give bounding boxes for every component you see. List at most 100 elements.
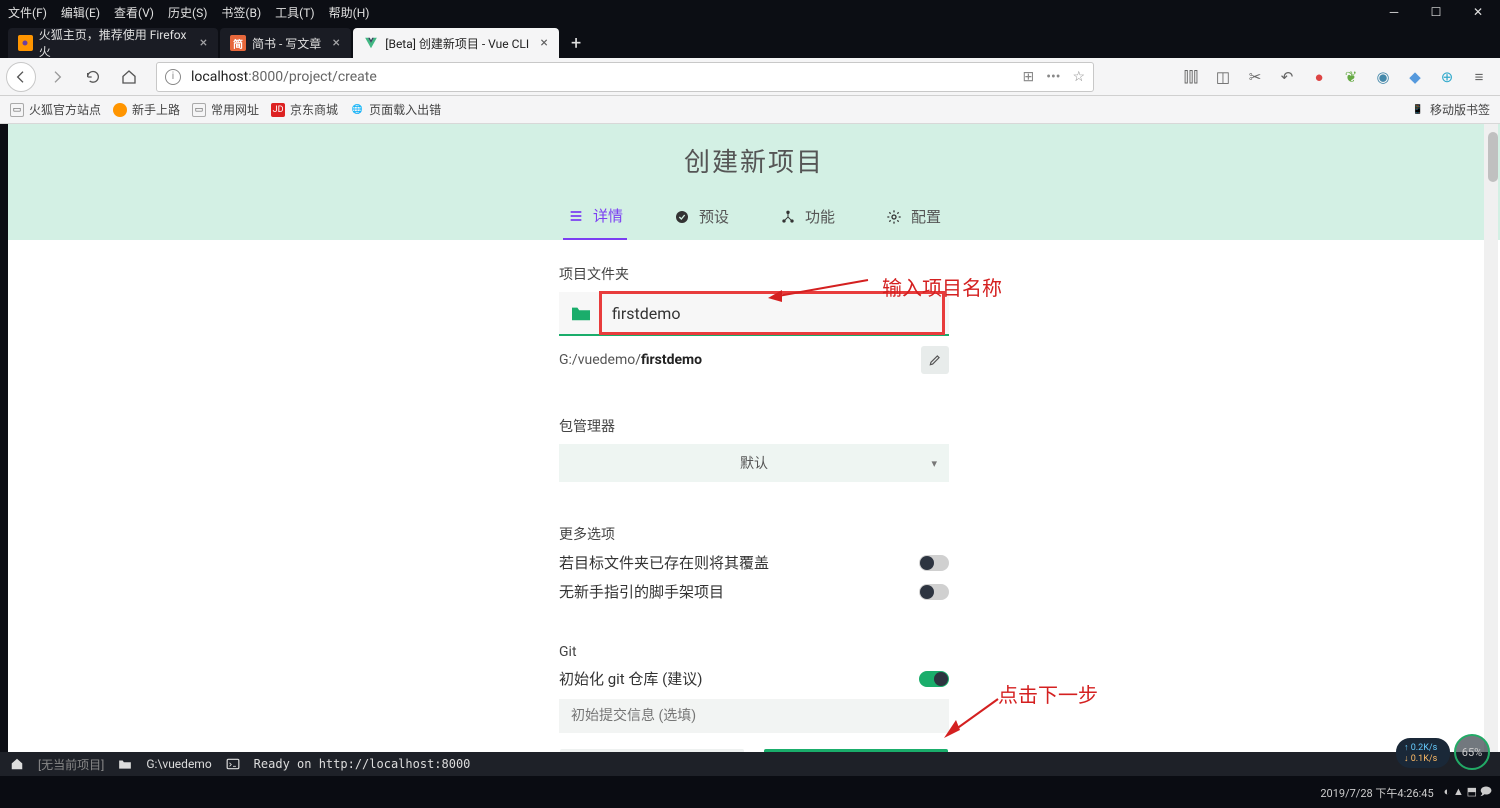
tab-label: [Beta] 创建新项目 - Vue CLI xyxy=(385,35,529,52)
more-options-label: 更多选项 xyxy=(559,524,949,544)
window-controls: ─ ☐ ✕ xyxy=(1380,3,1492,21)
browser-tab-jianshu[interactable]: 简 简书 - 写文章 × xyxy=(220,28,351,58)
jianshu-icon: 简 xyxy=(230,35,246,51)
folder-icon[interactable] xyxy=(118,758,132,770)
menu-help[interactable]: 帮助(H) xyxy=(329,4,370,21)
toolbar-extensions: ⫿⫿⫿ ◫ ✂ ↶ ● ❦ ◉ ◆ ⊕ ≡ xyxy=(1180,68,1494,86)
jd-icon: JD xyxy=(271,103,285,117)
more-icon[interactable]: ••• xyxy=(1046,69,1060,85)
toggle-git[interactable] xyxy=(919,671,949,687)
info-icon[interactable]: i xyxy=(165,69,181,85)
cpu-monitor[interactable]: 65% xyxy=(1454,734,1490,770)
wizard-tabs: 详情 预设 功能 配置 xyxy=(8,195,1500,240)
edit-path-button[interactable] xyxy=(921,346,949,374)
folder-icon: ▭ xyxy=(192,103,206,117)
tab-presets[interactable]: 预设 xyxy=(669,195,733,240)
annotation-next: 点击下一步 xyxy=(998,679,1098,708)
network-icon xyxy=(779,208,797,226)
menu-edit[interactable]: 编辑(E) xyxy=(61,4,100,21)
bookmark-jd[interactable]: JD 京东商城 xyxy=(271,101,338,118)
firefox-icon xyxy=(113,103,127,117)
star-icon[interactable]: ☆ xyxy=(1072,69,1085,85)
windows-taskbar[interactable] xyxy=(0,776,1500,808)
url-domain: localhost xyxy=(191,69,248,85)
circle-icon[interactable]: ● xyxy=(1308,68,1330,86)
network-monitor[interactable]: ↑ 0.2K/s ↓ 0.1K/s xyxy=(1396,738,1450,768)
hamburger-icon[interactable]: ≡ xyxy=(1468,68,1490,86)
tab-label: 简书 - 写文章 xyxy=(252,35,321,52)
new-tab-button[interactable]: + xyxy=(561,28,591,58)
clock-icon[interactable]: ⊕ xyxy=(1436,68,1458,86)
tray-datetime: 2019/7/28 下午4:26:45 xyxy=(1320,785,1433,801)
status-folder[interactable]: G:\vuedemo xyxy=(146,757,211,771)
browser-tab-vue-cli[interactable]: [Beta] 创建新项目 - Vue CLI × xyxy=(353,28,559,58)
folder-icon: ▭ xyxy=(10,103,24,117)
toggle-overwrite[interactable] xyxy=(919,555,949,571)
bookmark-bar: ▭ 火狐官方站点 新手上路 ▭ 常用网址 JD 京东商城 🌐 页面载入出错 📱 … xyxy=(0,96,1500,124)
library-icon[interactable]: ⫿⫿⫿ xyxy=(1180,68,1202,86)
minimize-button[interactable]: ─ xyxy=(1380,3,1408,21)
reload-button[interactable] xyxy=(78,62,108,92)
bookmark-mobile[interactable]: 📱 移动版书签 xyxy=(1411,101,1490,118)
option-bare: 无新手指引的脚手架项目 xyxy=(559,581,949,602)
pkg-manager-select[interactable]: 默认 ▾ xyxy=(559,444,949,482)
status-ready: Ready on http://localhost:8000 xyxy=(254,757,471,771)
vue-icon xyxy=(363,35,379,51)
form-area: 项目文件夹 G:/vuedemo/firstdemo 包管理器 默认 ▾ 更多选… xyxy=(559,264,949,776)
page-header: 创建新项目 详情 预设 功能 配置 xyxy=(8,124,1500,240)
bookmark-common[interactable]: ▭ 常用网址 xyxy=(192,101,259,118)
chevron-down-icon: ▾ xyxy=(931,457,937,470)
tab-details[interactable]: 详情 xyxy=(563,195,627,240)
close-icon[interactable]: × xyxy=(329,36,343,50)
ext-icon[interactable]: ◆ xyxy=(1404,68,1426,86)
url-bar[interactable]: i localhost:8000/project/create ⊞ ••• ☆ xyxy=(156,62,1094,92)
system-tray: 2019/7/28 下午4:26:45 ◐ ▲ ⬒ 🗩 xyxy=(1320,783,1492,802)
bookmark-firefox[interactable]: ▭ 火狐官方站点 xyxy=(10,101,101,118)
toggle-bare[interactable] xyxy=(919,584,949,600)
back-button[interactable] xyxy=(6,62,36,92)
undo-icon[interactable]: ↶ xyxy=(1276,68,1298,86)
menu-tools[interactable]: 工具(T) xyxy=(275,4,314,21)
menu-view[interactable]: 查看(V) xyxy=(114,4,154,21)
scrollbar[interactable] xyxy=(1484,124,1498,776)
home-button[interactable] xyxy=(114,62,144,92)
vue-cli-status-bar: [无当前项目] G:\vuedemo Ready on http://local… xyxy=(0,752,1500,776)
shield-icon[interactable]: ◉ xyxy=(1372,68,1394,86)
status-project: [无当前项目] xyxy=(38,756,104,773)
close-button[interactable]: ✕ xyxy=(1464,3,1492,21)
tab-config[interactable]: 配置 xyxy=(881,195,945,240)
menu-bar: 文件(F) 编辑(E) 查看(V) 历史(S) 书签(B) 工具(T) 帮助(H… xyxy=(0,0,1500,24)
tab-label: 火狐主页，推荐使用 Firefox 火 xyxy=(39,26,189,60)
forward-button[interactable] xyxy=(42,62,72,92)
menu-file[interactable]: 文件(F) xyxy=(8,4,47,21)
browser-tab-firefox-home[interactable]: 火狐主页，推荐使用 Firefox 火 × xyxy=(8,28,218,58)
menu-bookmarks[interactable]: 书签(B) xyxy=(221,4,261,21)
maximize-button[interactable]: ☐ xyxy=(1422,3,1450,21)
page-content: 创建新项目 详情 预设 功能 配置 项目文件夹 xyxy=(8,124,1500,776)
tray-icons[interactable]: ◐ ▲ ⬒ 🗩 xyxy=(1444,783,1492,802)
tab-features[interactable]: 功能 xyxy=(775,195,839,240)
globe-icon: 🌐 xyxy=(350,103,364,117)
menu-history[interactable]: 历史(S) xyxy=(168,4,207,21)
close-icon[interactable]: × xyxy=(197,36,210,50)
option-overwrite: 若目标文件夹已存在则将其覆盖 xyxy=(559,552,949,573)
url-path: /project/create xyxy=(283,69,377,85)
folder-icon xyxy=(559,304,603,322)
arrow-annotation-1 xyxy=(768,272,888,302)
screenshot-icon[interactable]: ✂ xyxy=(1244,68,1266,86)
bookmark-error[interactable]: 🌐 页面载入出错 xyxy=(350,101,441,118)
annotation-input: 输入项目名称 xyxy=(882,272,1002,301)
scroll-thumb-top[interactable] xyxy=(1488,132,1498,182)
qr-icon[interactable]: ⊞ xyxy=(1023,69,1035,85)
terminal-icon[interactable] xyxy=(226,758,240,770)
leaf-icon[interactable]: ❦ xyxy=(1340,68,1362,86)
home-icon[interactable] xyxy=(10,757,24,771)
page-title: 创建新项目 xyxy=(8,142,1500,179)
browser-tab-strip: 火狐主页，推荐使用 Firefox 火 × 简 简书 - 写文章 × [Beta… xyxy=(0,24,1500,58)
url-port: :8000 xyxy=(248,69,283,85)
sidebar-icon[interactable]: ◫ xyxy=(1212,68,1234,86)
mobile-icon: 📱 xyxy=(1411,103,1425,117)
git-commit-input[interactable] xyxy=(559,699,949,733)
bookmark-getting-started[interactable]: 新手上路 xyxy=(113,101,180,118)
close-icon[interactable]: × xyxy=(537,36,551,50)
